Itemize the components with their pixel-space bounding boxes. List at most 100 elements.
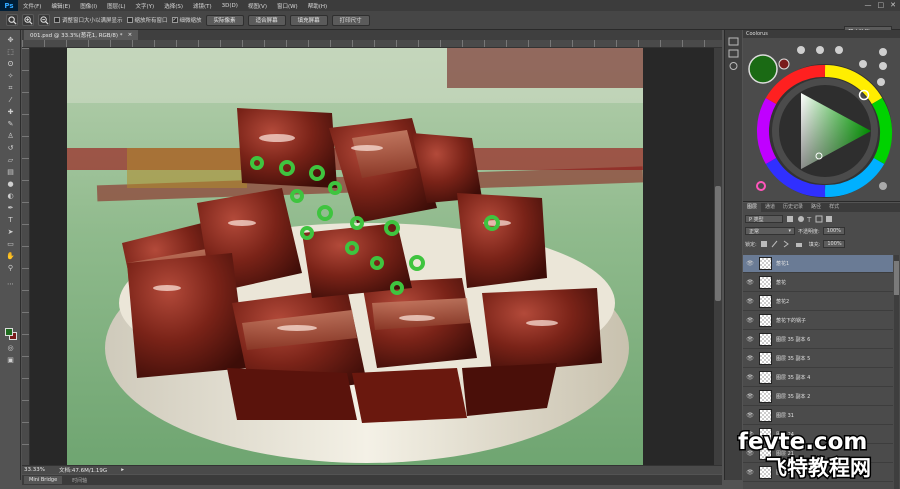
- tab-channels[interactable]: 通道: [761, 203, 779, 212]
- menu-select[interactable]: 选择(S): [159, 2, 188, 10]
- layer-filter-icons[interactable]: T: [786, 215, 834, 223]
- layer-row[interactable]: 👁 葱花下的锅子: [743, 312, 893, 330]
- layer-filter-row: P 类型 T: [745, 214, 834, 224]
- move-tool-icon[interactable]: ✥: [5, 36, 16, 45]
- minimize-button[interactable]: —: [865, 1, 872, 9]
- blend-mode-select[interactable]: 正常 ▾: [745, 227, 795, 235]
- zoom-all-windows-checkbox[interactable]: 缩放所有窗口: [126, 16, 168, 24]
- opacity-field[interactable]: 100%: [822, 227, 845, 235]
- tab-styles[interactable]: 样式: [825, 203, 843, 212]
- screen-mode-icon[interactable]: ▣: [5, 356, 16, 365]
- layer-row[interactable]: 👁 图层 35 副本 6: [743, 331, 893, 349]
- visibility-eye-icon[interactable]: 👁: [743, 298, 757, 305]
- eyedropper-tool-icon[interactable]: ⁄: [5, 96, 16, 105]
- canvas-vertical-scrollbar[interactable]: [714, 48, 722, 465]
- opacity-value: 100%: [826, 228, 841, 234]
- statusbar-menu-arrow[interactable]: ▸: [121, 467, 124, 473]
- pen-tool-icon[interactable]: ✒: [5, 204, 16, 213]
- tab-history[interactable]: 历史记录: [779, 203, 807, 212]
- resize-windows-box[interactable]: [54, 17, 60, 23]
- rectangle-tool-icon[interactable]: ▭: [5, 240, 16, 249]
- zoom-tool-icon[interactable]: [6, 14, 18, 26]
- visibility-eye-icon[interactable]: 👁: [743, 260, 757, 267]
- timeline-tab[interactable]: 时间轴: [67, 476, 92, 485]
- foreground-color-swatch[interactable]: [5, 328, 13, 336]
- document-tab[interactable]: 001.psd @ 33.3%(葱花1, RGB/8) * ×: [24, 30, 139, 40]
- clone-stamp-tool-icon[interactable]: ♙: [5, 132, 16, 141]
- marquee-tool-icon[interactable]: ⬚: [5, 48, 16, 57]
- zoom-level[interactable]: 33.33%: [24, 467, 45, 473]
- coolorus-panel-tab[interactable]: Coolorus: [743, 30, 900, 38]
- print-size-button[interactable]: 打印尺寸: [331, 14, 370, 26]
- svg-text:T: T: [806, 216, 812, 223]
- eraser-tool-icon[interactable]: ▱: [5, 156, 16, 165]
- maximize-button[interactable]: □: [878, 1, 885, 9]
- crop-tool-icon[interactable]: ⌗: [5, 84, 16, 93]
- layers-scroll-thumb[interactable]: [894, 261, 899, 295]
- layer-name: 图层 35 副本 6: [776, 337, 811, 343]
- history-brush-tool-icon[interactable]: ↺: [5, 144, 16, 153]
- more-tools-icon[interactable]: ⋯: [5, 280, 16, 289]
- canvas-scroll-thumb[interactable]: [715, 186, 721, 301]
- artwork-braised-pork[interactable]: [67, 48, 643, 465]
- tab-layers[interactable]: 图层: [743, 203, 762, 212]
- hand-tool-icon[interactable]: ✋: [5, 252, 16, 261]
- menu-3d[interactable]: 3D(D): [217, 3, 243, 9]
- zoom-tool-side-icon[interactable]: ⚲: [5, 264, 16, 273]
- blur-tool-icon[interactable]: ●: [5, 180, 16, 189]
- layer-row[interactable]: 👁 图层 35 副本 5: [743, 350, 893, 368]
- zoom-all-windows-box[interactable]: [126, 17, 133, 23]
- fill-screen-button[interactable]: 填充屏幕: [289, 14, 328, 26]
- menu-edit[interactable]: 编辑(E): [46, 2, 75, 10]
- close-button[interactable]: ✕: [890, 1, 896, 9]
- type-tool-icon[interactable]: T: [5, 216, 16, 225]
- mini-bridge-tab[interactable]: Mini Bridge: [24, 476, 63, 484]
- color-wheel[interactable]: [743, 38, 900, 202]
- layer-filter-select[interactable]: P 类型: [745, 215, 783, 223]
- menu-filter[interactable]: 滤镜(T): [188, 2, 217, 10]
- layer-row[interactable]: 👁 图层 35 副本 2: [743, 388, 893, 406]
- resize-windows-checkbox[interactable]: 调整窗口大小以满屏显示: [54, 16, 123, 24]
- visibility-eye-icon[interactable]: 👁: [743, 336, 757, 343]
- visibility-eye-icon[interactable]: 👁: [743, 412, 757, 419]
- magic-wand-tool-icon[interactable]: ✧: [5, 72, 16, 81]
- layer-row[interactable]: 👁 图层 31: [743, 407, 893, 425]
- menu-type[interactable]: 文字(Y): [131, 2, 160, 10]
- zoom-in-icon[interactable]: [22, 14, 34, 26]
- menu-image[interactable]: 图像(I): [75, 2, 102, 10]
- zoom-out-icon[interactable]: [38, 14, 50, 26]
- layer-row[interactable]: 👁 葱花: [743, 274, 893, 292]
- menu-window[interactable]: 窗口(W): [272, 2, 303, 10]
- artwork-illustration: [67, 48, 643, 465]
- visibility-eye-icon[interactable]: 👁: [743, 393, 757, 400]
- menu-help[interactable]: 帮助(H): [303, 2, 332, 10]
- menu-file[interactable]: 文件(F): [18, 2, 46, 10]
- gradient-tool-icon[interactable]: ▤: [5, 168, 16, 177]
- dodge-tool-icon[interactable]: ◐: [5, 192, 16, 201]
- lock-fill-row: 锁定: 填充: 100%: [745, 239, 846, 249]
- layer-row[interactable]: 👁 葱花1: [743, 255, 893, 273]
- fill-field[interactable]: 100%: [823, 240, 846, 248]
- visibility-eye-icon[interactable]: 👁: [743, 374, 757, 381]
- healing-brush-tool-icon[interactable]: ✚: [5, 108, 16, 117]
- layer-row[interactable]: 👁 葱花2: [743, 293, 893, 311]
- actual-pixels-button[interactable]: 实际像素: [205, 14, 244, 26]
- menu-layer[interactable]: 图层(L): [102, 2, 130, 10]
- tab-paths[interactable]: 路径: [807, 203, 825, 212]
- menu-view[interactable]: 视图(V): [243, 2, 272, 10]
- visibility-eye-icon[interactable]: 👁: [743, 355, 757, 362]
- visibility-eye-icon[interactable]: 👁: [743, 317, 757, 324]
- close-icon[interactable]: ×: [128, 32, 133, 38]
- scrubby-zoom-box[interactable]: ✓: [171, 17, 178, 23]
- lasso-tool-icon[interactable]: ʘ: [5, 60, 16, 69]
- scrubby-zoom-checkbox[interactable]: ✓ 细微缩放: [171, 16, 202, 24]
- quick-mask-icon[interactable]: ◎: [5, 344, 16, 353]
- lock-icons[interactable]: [760, 240, 806, 248]
- layer-row[interactable]: 👁 图层 35 副本 4: [743, 369, 893, 387]
- brush-tool-icon[interactable]: ✎: [5, 120, 16, 129]
- visibility-eye-icon[interactable]: 👁: [743, 279, 757, 286]
- canvas-area[interactable]: [30, 48, 714, 465]
- path-selection-tool-icon[interactable]: ➤: [5, 228, 16, 237]
- fit-screen-button[interactable]: 适合屏幕: [247, 14, 286, 26]
- layer-thumbnail: [759, 352, 772, 365]
